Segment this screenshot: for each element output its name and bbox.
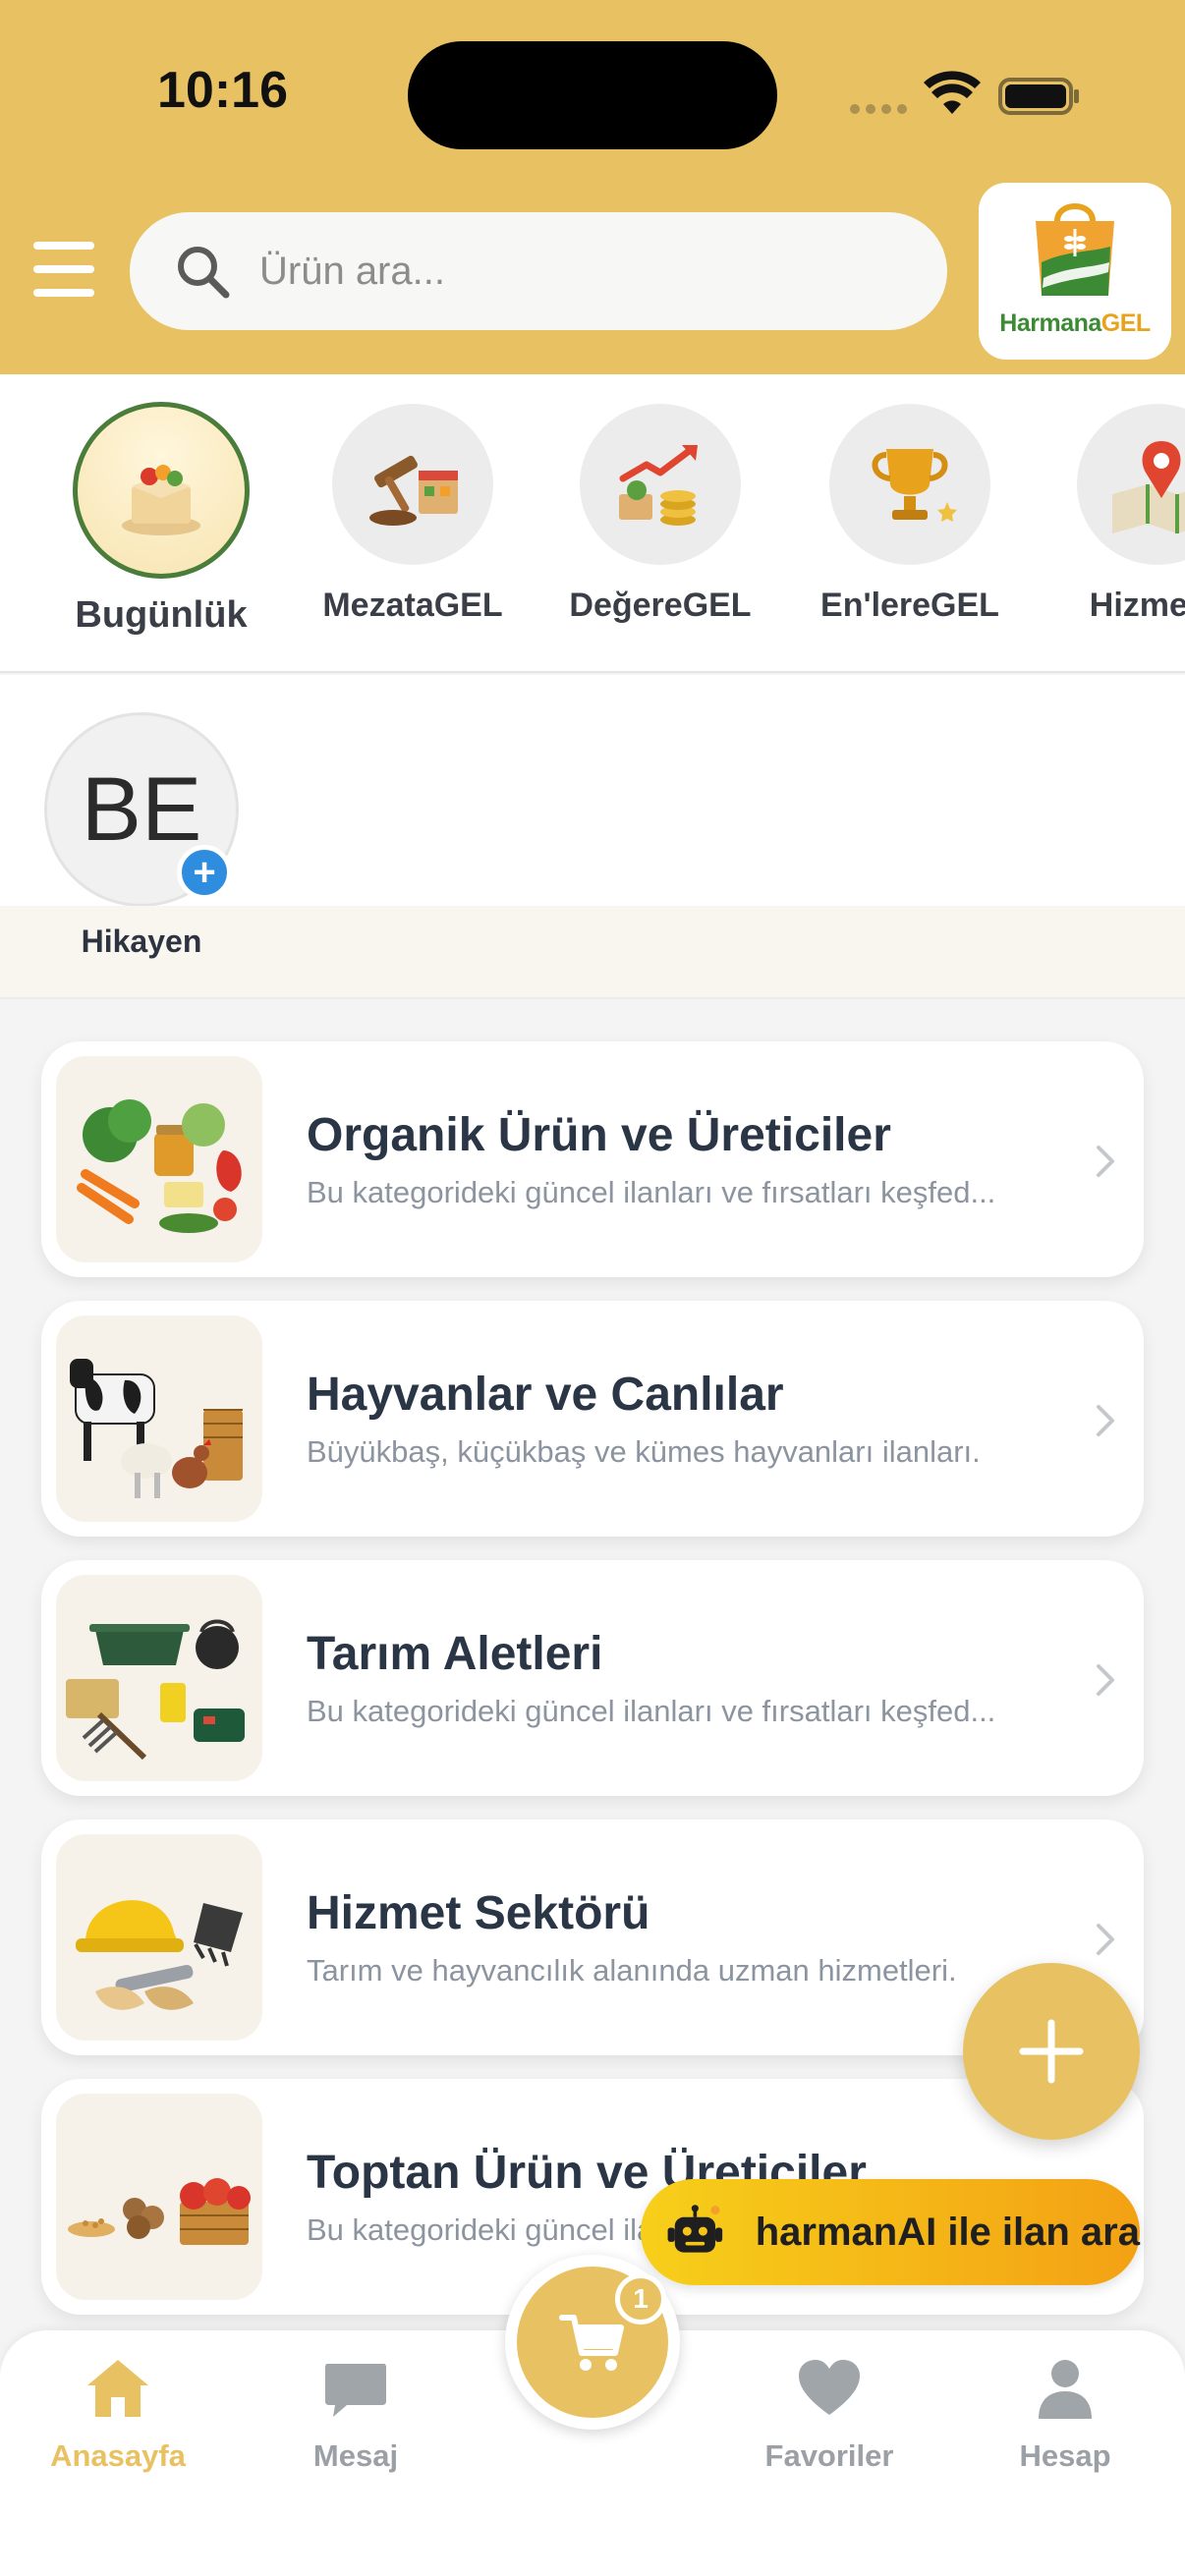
growth-coins-icon — [580, 404, 741, 565]
shortcut-label: DeğereGEL — [569, 587, 752, 624]
robot-icon — [667, 2205, 723, 2253]
category-title: Tarım Aletleri — [307, 1628, 603, 1680]
nav-label: Anasayfa — [50, 2438, 186, 2473]
nav-home[interactable]: Anasayfa — [10, 2354, 226, 2474]
category-subtitle: Tarım ve hayvancılık alanında uzman hizm… — [307, 1953, 957, 1988]
status-time: 10:16 — [157, 62, 288, 119]
add-story-icon[interactable]: + — [177, 845, 232, 900]
dynamic-island — [408, 41, 777, 149]
shortcut-strip[interactable]: Bugünlük MezataGEL DeğereGEL En'lereGEL … — [0, 374, 1185, 673]
category-subtitle: Büyükbaş, küçükbaş ve kümes hayvanları i… — [307, 1434, 981, 1469]
category-subtitle: Bu kategorideki güncel ilanları ve fırsa… — [307, 1694, 996, 1728]
add-listing-button[interactable] — [963, 1963, 1140, 2140]
category-card-tarim-aletleri[interactable]: Tarım Aletleri Bu kategorideki güncel il… — [41, 1560, 1144, 1796]
wholesale-produce-thumbnail — [56, 2094, 262, 2300]
nav-label: Hesap — [1019, 2438, 1111, 2473]
map-pin-icon — [1077, 404, 1185, 565]
cart-count-badge: 1 — [615, 2273, 666, 2324]
shortcut-label: Hizmet'e — [1089, 587, 1185, 624]
heart-icon — [799, 2360, 860, 2415]
story-row: BE + — [0, 675, 1185, 907]
nav-messages[interactable]: Mesaj — [248, 2354, 464, 2474]
shortcut-degeregel[interactable]: DeğereGEL — [552, 404, 768, 625]
category-card-hayvanlar[interactable]: Hayvanlar ve Canlılar Büyükbaş, küçükbaş… — [41, 1301, 1144, 1537]
hard-hat-tools-thumbnail — [56, 1834, 262, 2041]
category-subtitle: Bu kategorideki güncel ilanları ve fırsa… — [307, 1175, 996, 1209]
user-icon — [1039, 2360, 1092, 2419]
battery-icon — [998, 78, 1079, 115]
nav-favorites[interactable]: Favoriler — [721, 2354, 937, 2474]
shortcut-label: MezataGEL — [322, 587, 503, 624]
shortcut-mezatagel[interactable]: MezataGEL — [305, 404, 521, 625]
plus-icon — [1019, 2019, 1084, 2084]
message-icon — [325, 2364, 386, 2417]
category-title: Hayvanlar ve Canlılar — [307, 1369, 784, 1421]
app-header: 10:16 HarmanaGEL — [0, 0, 1185, 374]
shopping-cart-icon — [559, 2315, 624, 2371]
nav-label: Favoriler — [764, 2438, 894, 2473]
logo-text: HarmanaGEL — [999, 309, 1151, 337]
nav-account[interactable]: Hesap — [957, 2354, 1173, 2474]
home-icon — [87, 2360, 148, 2417]
nav-label: Mesaj — [312, 2438, 399, 2473]
animals-thumbnail — [56, 1316, 262, 1522]
chevron-right-icon — [1097, 1405, 1114, 1436]
menu-icon[interactable] — [33, 242, 94, 297]
auction-gavel-icon — [332, 404, 493, 565]
category-card-organik[interactable]: Organik Ürün ve Üreticiler Bu kategoride… — [41, 1041, 1144, 1277]
gift-box-icon — [73, 402, 250, 579]
vegetables-thumbnail — [56, 1056, 262, 1262]
story-label: Hikayen — [81, 924, 202, 959]
category-title: Organik Ürün ve Üreticiler — [307, 1109, 891, 1161]
search-icon — [178, 247, 230, 299]
search-input[interactable] — [259, 249, 888, 294]
search-bar[interactable] — [130, 212, 947, 330]
harmanai-label: harmanAI ile ilan ara — [755, 2210, 1140, 2254]
shortcut-bugunluk[interactable]: Bugünlük — [53, 402, 269, 637]
trophy-icon — [829, 404, 990, 565]
shortcut-label: En'lereGEL — [820, 587, 999, 624]
category-title: Hizmet Sektörü — [307, 1887, 650, 1939]
chevron-right-icon — [1097, 1924, 1114, 1955]
farm-tools-thumbnail — [56, 1575, 262, 1781]
shortcut-label: Bugünlük — [75, 594, 248, 636]
cellular-signal-icon — [850, 104, 907, 114]
shopping-bag-logo-icon — [1036, 203, 1114, 296]
chevron-right-icon — [1097, 1664, 1114, 1696]
shortcut-enleregel[interactable]: En'lereGEL — [802, 404, 1018, 625]
harmanai-search-button[interactable]: harmanAI ile ilan ara — [641, 2179, 1140, 2285]
chevron-right-icon — [1097, 1146, 1114, 1177]
shortcut-hizmete[interactable]: Hizmet'e — [1049, 404, 1185, 625]
wifi-icon — [924, 71, 981, 114]
harmanagel-logo[interactable]: HarmanaGEL — [979, 183, 1171, 360]
